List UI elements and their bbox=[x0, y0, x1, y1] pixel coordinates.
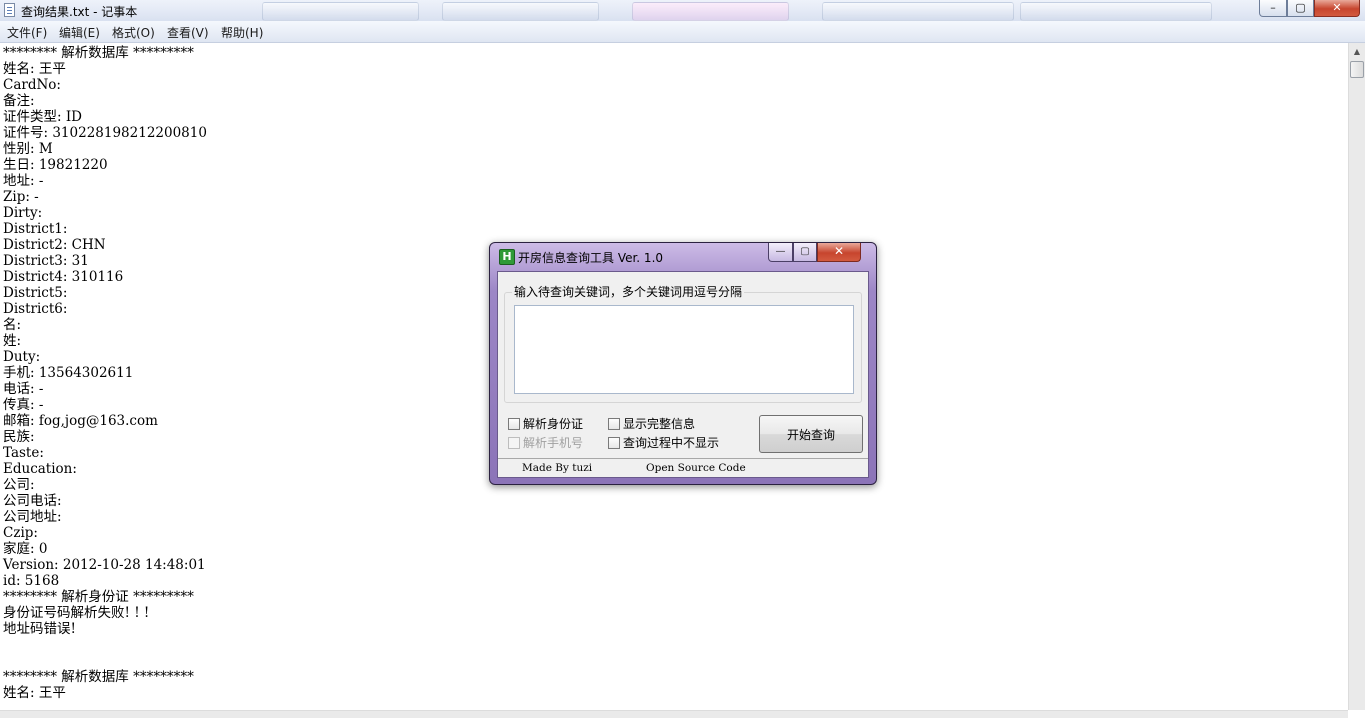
query-tool-dialog: H 开房信息查询工具 Ver. 1.0 — ▢ ✕ 输入待查询关键词，多个关键词… bbox=[489, 242, 877, 485]
document-line: ******** 解析身份证 ********* bbox=[3, 589, 194, 605]
document-line: District5: bbox=[3, 285, 68, 301]
document-line: 电话: - bbox=[3, 381, 44, 397]
document-line: Education: bbox=[3, 461, 77, 477]
hide-during-query-label: 查询过程中不显示 bbox=[623, 436, 720, 450]
parse-phone-label: 解析手机号 bbox=[523, 436, 584, 450]
document-line: id: 5168 bbox=[3, 573, 60, 589]
start-query-button[interactable]: 开始查询 bbox=[759, 415, 863, 453]
keyword-input[interactable] bbox=[514, 305, 854, 394]
parse-phone-checkbox bbox=[508, 437, 520, 449]
parse-id-checkbox[interactable] bbox=[508, 418, 520, 430]
document-line: 姓名: 王平 bbox=[3, 685, 66, 701]
document-line: 生日: 19821220 bbox=[3, 157, 108, 173]
menu-view[interactable]: 查看(V) bbox=[167, 24, 209, 41]
background-window-tab bbox=[442, 2, 599, 21]
document-line: 民族: bbox=[3, 429, 35, 445]
show-full-info-label: 显示完整信息 bbox=[623, 417, 696, 431]
document-line: Zip: - bbox=[3, 189, 39, 205]
document-line: 公司: bbox=[3, 477, 35, 493]
document-line: District6: bbox=[3, 301, 68, 317]
parse-id-label: 解析身份证 bbox=[523, 417, 584, 431]
document-line: 公司电话: bbox=[3, 493, 62, 509]
document-line: ******** 解析数据库 ********* bbox=[3, 669, 194, 685]
hide-during-query-checkbox[interactable] bbox=[608, 437, 620, 449]
menu-edit[interactable]: 编辑(E) bbox=[59, 24, 100, 41]
document-line: Version: 2012-10-28 14:48:01 bbox=[3, 557, 206, 573]
document-line: 传真: - bbox=[3, 397, 44, 413]
document-line: CardNo: bbox=[3, 77, 61, 93]
background-window-tab bbox=[632, 2, 789, 21]
scroll-thumb[interactable] bbox=[1350, 61, 1364, 78]
menu-help[interactable]: 帮助(H) bbox=[221, 24, 263, 41]
dialog-body: 输入待查询关键词，多个关键词用逗号分隔 解析身份证 显示完整信息 解析手机号 查… bbox=[497, 271, 869, 478]
maximize-button[interactable]: ▢ bbox=[1287, 0, 1314, 17]
background-window-tab bbox=[1020, 2, 1212, 21]
dialog-maximize-button[interactable]: ▢ bbox=[793, 243, 817, 262]
background-window-tab bbox=[822, 2, 1014, 21]
document-line: 手机: 13564302611 bbox=[3, 365, 134, 381]
dialog-close-button[interactable]: ✕ bbox=[817, 243, 861, 262]
close-button[interactable]: ✕ bbox=[1314, 0, 1360, 17]
document-line: 地址: - bbox=[3, 173, 44, 189]
document-line: Czip: bbox=[3, 525, 38, 541]
document-line: Duty: bbox=[3, 349, 41, 365]
document-line: 证件号: 310228198212200810 bbox=[3, 125, 207, 141]
horizontal-scrollbar[interactable] bbox=[0, 710, 1348, 718]
document-line: 地址码错误! bbox=[3, 621, 76, 637]
document-line: 家庭: 0 bbox=[3, 541, 48, 557]
document-line: 性别: M bbox=[3, 141, 53, 157]
menu-format[interactable]: 格式(O) bbox=[112, 24, 155, 41]
app-h-icon: H bbox=[499, 249, 515, 265]
vertical-scrollbar[interactable]: ▲ bbox=[1348, 43, 1365, 710]
menu-bar: 文件(F) 编辑(E) 格式(O) 查看(V) 帮助(H) bbox=[0, 21, 1365, 43]
dialog-title: 开房信息查询工具 Ver. 1.0 bbox=[518, 251, 664, 265]
document-line: Taste: bbox=[3, 445, 44, 461]
document-line: 备注: bbox=[3, 93, 35, 109]
scroll-up-arrow-icon[interactable]: ▲ bbox=[1349, 43, 1365, 60]
show-full-info-checkbox[interactable] bbox=[608, 418, 620, 430]
status-divider bbox=[498, 458, 868, 459]
menu-file[interactable]: 文件(F) bbox=[7, 24, 47, 41]
status-author: Made By tuzi bbox=[522, 462, 593, 474]
document-line: 证件类型: ID bbox=[3, 109, 82, 125]
notepad-icon bbox=[4, 3, 15, 17]
status-source: Open Source Code bbox=[646, 462, 746, 474]
document-line: 姓: bbox=[3, 333, 22, 349]
document-line: ******** 解析数据库 ********* bbox=[3, 45, 194, 61]
document-line: District3: 31 bbox=[3, 253, 89, 269]
document-line: District4: 310116 bbox=[3, 269, 124, 285]
document-line: Dirty: bbox=[3, 205, 43, 221]
document-line: 姓名: 王平 bbox=[3, 61, 66, 77]
document-line: District2: CHN bbox=[3, 237, 106, 253]
background-window-tab bbox=[262, 2, 419, 21]
minimize-button[interactable]: – bbox=[1259, 0, 1287, 17]
document-line: 身份证号码解析失败! ! ! bbox=[3, 605, 150, 621]
document-line: 公司地址: bbox=[3, 509, 62, 525]
document-line: 名: bbox=[3, 317, 22, 333]
title-bar[interactable]: 查询结果.txt - 记事本 – ▢ ✕ bbox=[0, 0, 1365, 21]
keyword-label: 输入待查询关键词，多个关键词用逗号分隔 bbox=[512, 283, 745, 300]
document-line: 邮箱: fog,jog@163.com bbox=[3, 413, 158, 429]
dialog-minimize-button[interactable]: — bbox=[768, 243, 793, 262]
window-title: 查询结果.txt - 记事本 bbox=[21, 5, 138, 19]
document-line: District1: bbox=[3, 221, 68, 237]
